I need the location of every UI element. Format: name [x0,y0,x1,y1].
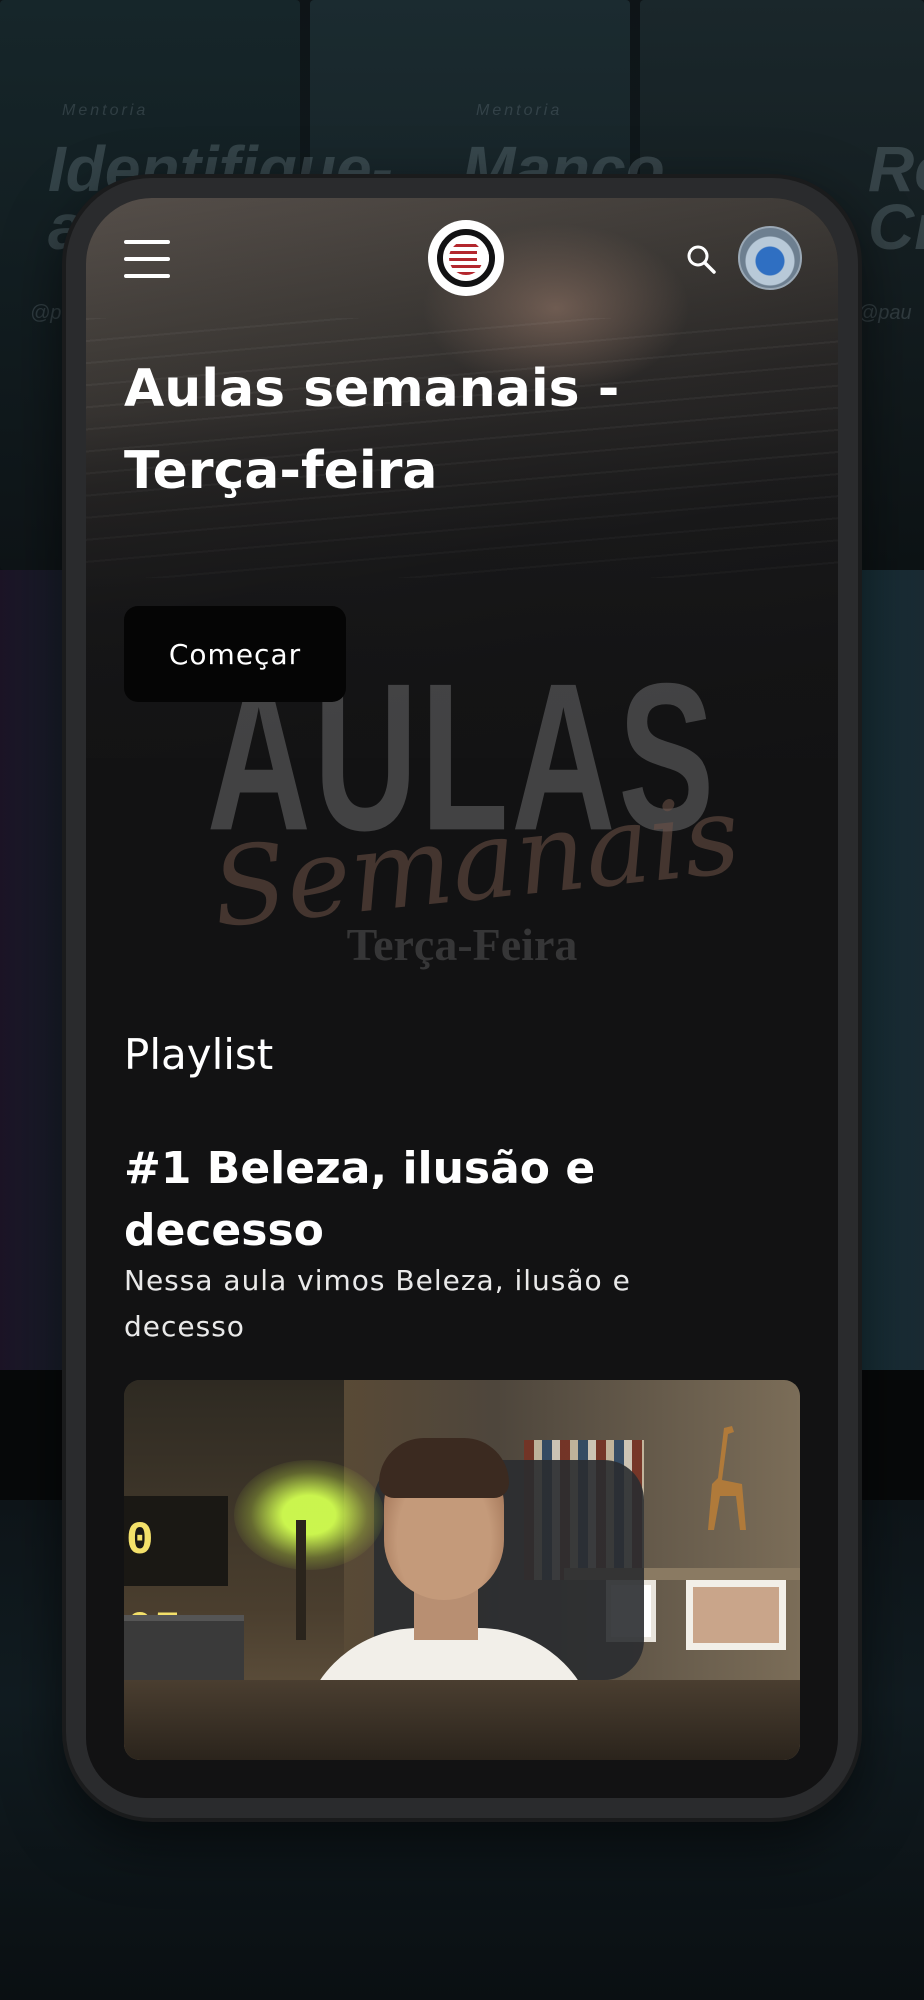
bg-tile-title: Re Cr [868,133,924,263]
hamburger-menu-icon[interactable] [124,240,170,278]
bg-tile-handle: @p [30,302,62,324]
start-button[interactable]: Começar [124,606,346,702]
hero-watermark-sub: Terça-Feira [346,919,578,970]
playlist-heading: Playlist [124,1030,274,1079]
page-title: Aulas semanais - Terça-feira [124,359,620,501]
brand-logo[interactable] [428,220,504,296]
user-avatar[interactable] [738,226,802,290]
episode-description: Nessa aula vimos Beleza, ilusão e decess… [124,1264,631,1343]
bg-tile-kicker: Mentoria [476,102,563,119]
phone-frame: AULAS Semanais Terça-Feira Aulas semanai… [66,178,858,1818]
thumbnail-clock: 0 05 [124,1496,228,1657]
bg-tile-kicker: Mentoria [62,102,149,119]
search-icon[interactable] [686,244,716,274]
episode-title[interactable]: #1 Beleza, ilusão e decesso [124,1138,684,1262]
top-bar [86,198,838,308]
app-screen: AULAS Semanais Terça-Feira Aulas semanai… [86,198,838,1798]
bg-tile-handle: @pau [858,302,912,324]
episode-thumbnail[interactable]: 0 05 [124,1380,800,1760]
giraffe-figurine [708,1426,746,1530]
